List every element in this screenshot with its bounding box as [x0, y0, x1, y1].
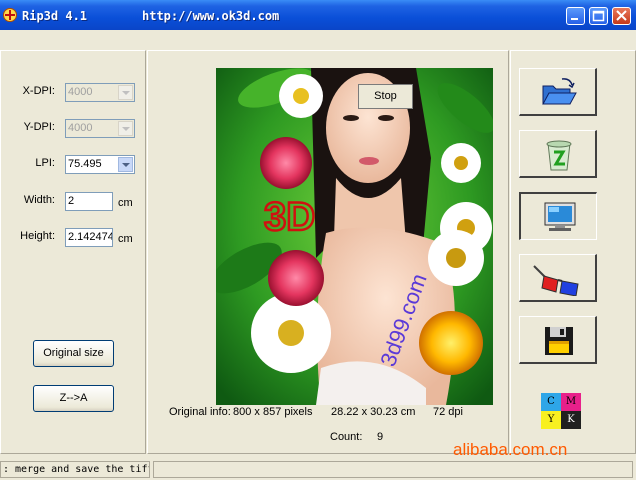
title-bar[interactable]: Rip3d 4.1 http://www.ok3d.com	[0, 0, 636, 30]
original-info-label: Original info:	[169, 406, 231, 418]
app-icon[interactable]	[3, 8, 17, 22]
cmyk-y: Y	[541, 411, 561, 429]
open-folder-icon	[542, 78, 577, 105]
maximize-icon	[592, 10, 605, 22]
stop-button[interactable]: Stop	[358, 84, 413, 109]
lpi-select[interactable]: 75.495	[65, 155, 135, 174]
maximize-button[interactable]	[589, 7, 608, 25]
lpi-label: LPI:	[35, 157, 55, 169]
cmyk-k: K	[561, 411, 581, 429]
original-info-pixels: 800 x 857 pixels	[233, 406, 313, 418]
chevron-down-icon[interactable]	[118, 121, 133, 136]
recycle-bin-button[interactable]	[519, 130, 597, 178]
status-text: : merge and save the tiff	[0, 461, 150, 478]
lpi-value: 75.495	[68, 158, 102, 170]
original-size-button[interactable]: Original size	[33, 340, 114, 367]
ydpi-select[interactable]: 4000	[65, 119, 135, 138]
height-label: Height:	[20, 230, 55, 242]
preview-picture: 3D 3d99.com	[216, 68, 493, 405]
count-value: 9	[377, 431, 384, 443]
settings-panel: X-DPI: 4000 Y-DPI: 4000 LPI: 75.495 Widt…	[0, 50, 146, 454]
close-button[interactable]	[612, 7, 631, 25]
cmyk-m: M	[561, 393, 581, 411]
count-label: Count:	[330, 431, 363, 443]
xdpi-value: 4000	[68, 86, 93, 98]
minimize-button[interactable]	[566, 7, 585, 25]
height-field[interactable]: 2.142474	[65, 228, 113, 247]
xdpi-select[interactable]: 4000	[65, 83, 135, 102]
status-bar: : merge and save the tiff	[0, 458, 636, 480]
monitor-icon	[544, 202, 576, 231]
cmyk-c: C	[541, 393, 561, 411]
daisy-top-left	[279, 74, 323, 118]
width-unit: cm	[118, 197, 133, 209]
site-watermark: alibaba.com.cn	[453, 440, 568, 459]
ydpi-value: 4000	[68, 122, 93, 134]
floppy-disk-icon	[545, 327, 573, 355]
recycle-bin-icon	[546, 140, 572, 171]
window-url: http://www.ok3d.com	[142, 9, 280, 23]
image-3d-text: 3D	[264, 195, 315, 239]
minimize-icon	[571, 18, 578, 20]
save-button[interactable]	[519, 316, 597, 364]
3d-glasses-button[interactable]	[519, 254, 597, 302]
cmyk-icon: C M Y K	[541, 393, 581, 429]
xdpi-label: X-DPI:	[22, 85, 55, 97]
preview-monitor-button[interactable]	[519, 192, 597, 240]
ydpi-label: Y-DPI:	[23, 121, 55, 133]
3d-glasses-icon	[533, 265, 579, 296]
width-label: Width:	[23, 194, 55, 206]
close-icon	[616, 10, 627, 21]
app-window: Rip3d 4.1 http://www.ok3d.com X-DPI: 400…	[0, 0, 636, 480]
window-title: Rip3d 4.1	[22, 9, 88, 23]
z-to-a-button[interactable]: Z-->A	[33, 385, 114, 412]
preview-image: 3D 3d99.com	[216, 68, 493, 405]
original-info-cm: 28.22 x 30.23 cm	[331, 406, 416, 418]
open-button[interactable]	[519, 68, 597, 116]
width-field[interactable]: 2	[65, 192, 113, 211]
status-pane-empty	[153, 461, 633, 478]
height-unit: cm	[118, 233, 133, 245]
chevron-down-icon[interactable]	[118, 157, 133, 172]
chevron-down-icon[interactable]	[118, 85, 133, 100]
original-info-dpi: 72 dpi	[433, 406, 463, 418]
